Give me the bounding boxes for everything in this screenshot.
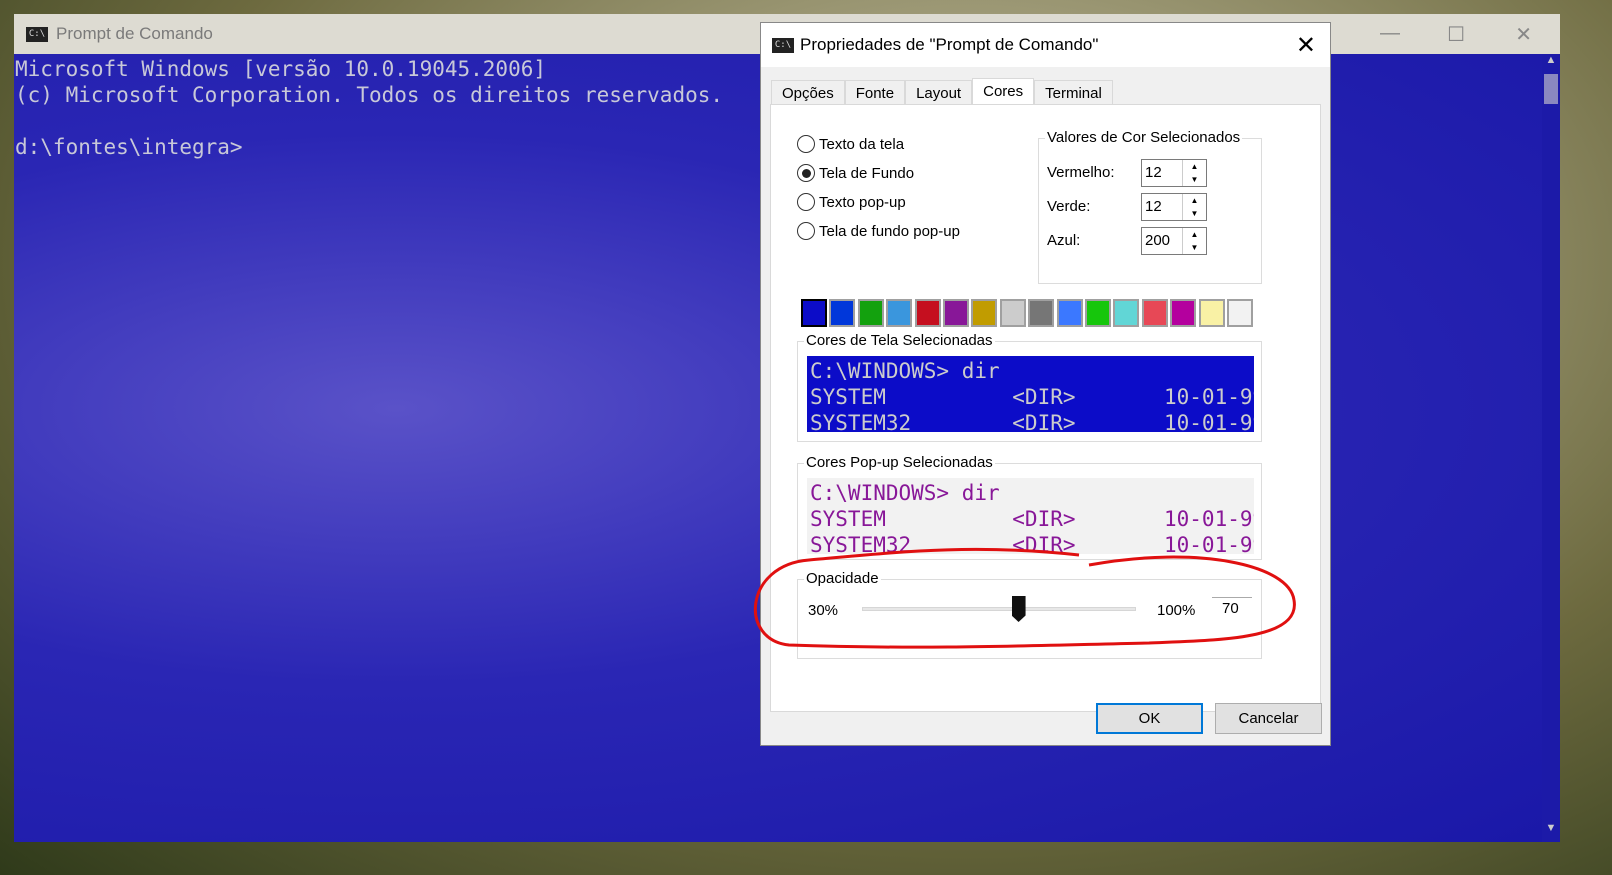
radio-label: Texto da tela — [819, 135, 905, 153]
group-label: Valores de Cor Selecionados — [1045, 129, 1243, 146]
screen-colors-group: Cores de Tela Selecionadas C:\WINDOWS> d… — [797, 332, 1262, 442]
color-swatch[interactable] — [828, 298, 857, 328]
color-swatch[interactable] — [1169, 298, 1198, 328]
spin-arrows-icon[interactable]: ▲ ▼ — [1182, 228, 1206, 254]
tab-cores[interactable]: Cores — [972, 78, 1035, 106]
green-label: Verde: — [1047, 198, 1091, 215]
console-title: Prompt de Comando — [56, 24, 213, 43]
color-swatch[interactable] — [1084, 298, 1112, 328]
color-swatch[interactable] — [1027, 298, 1056, 328]
red-annotation-circle — [753, 547, 1296, 649]
color-swatch[interactable] — [1226, 298, 1254, 328]
radio-texto-popup[interactable]: Texto pop-up — [797, 193, 906, 211]
group-label: Cores Pop-up Selecionadas — [804, 454, 995, 471]
scroll-thumb[interactable] — [1544, 74, 1558, 104]
popup-preview: C:\WINDOWS> dir SYSTEM <DIR> 10-01-99 SY… — [807, 478, 1254, 554]
cores-panel: Texto da tela Tela de Fundo Texto pop-up… — [753, 104, 1321, 712]
color-swatch[interactable] — [1197, 298, 1226, 328]
color-swatch[interactable] — [800, 298, 828, 328]
radio-fundo-popup[interactable]: Tela de fundo pop-up — [797, 222, 960, 240]
color-swatch[interactable] — [1055, 298, 1084, 328]
screen-preview: C:\WINDOWS> dir SYSTEM <DIR> 10-01-99 SY… — [807, 356, 1254, 432]
radio-label: Tela de fundo pop-up — [819, 222, 960, 240]
dialog-titlebar[interactable]: C:\ Propriedades de "Prompt de Comando" — [761, 23, 1330, 67]
dialog-close-icon[interactable]: ✕ — [1296, 31, 1316, 60]
blue-value: 200 — [1145, 232, 1171, 249]
color-swatch[interactable] — [1140, 298, 1169, 328]
color-swatch[interactable] — [913, 298, 942, 328]
red-label: Vermelho: — [1047, 164, 1115, 181]
radio-label: Texto pop-up — [819, 193, 906, 211]
cmd-icon: C:\ — [772, 37, 794, 53]
tab-layout[interactable]: Layout — [905, 80, 973, 105]
scroll-down-icon[interactable]: ▼ — [1542, 822, 1560, 842]
color-swatch[interactable] — [998, 298, 1027, 328]
radio-texto-tela[interactable]: Texto da tela — [797, 135, 904, 153]
green-value: 12 — [1145, 198, 1162, 215]
dialog-title: Propriedades de "Prompt de Comando" — [800, 35, 1099, 54]
blue-label: Azul: — [1047, 232, 1081, 249]
color-swatch[interactable] — [1112, 298, 1141, 328]
group-label: Cores de Tela Selecionadas — [804, 332, 995, 349]
red-input[interactable]: 12 ▲ ▼ — [1141, 159, 1207, 187]
spin-arrows-icon[interactable]: ▲ ▼ — [1182, 194, 1206, 220]
radio-label: Tela de Fundo — [819, 164, 915, 182]
minimize-button[interactable]: — — [1380, 22, 1400, 45]
cmd-icon: C:\ — [26, 26, 48, 42]
properties-dialog: C:\ Propriedades de "Prompt de Comando" ✕… — [753, 22, 1331, 746]
blue-input[interactable]: 200 ▲ ▼ — [1141, 227, 1207, 255]
tab-opcoes[interactable]: Opções — [771, 80, 845, 105]
color-values-group: Valores de Cor Selecionados Vermelho: 12… — [1038, 129, 1262, 284]
color-swatch[interactable] — [970, 298, 999, 328]
radio-tela-fundo[interactable]: Tela de Fundo — [797, 164, 914, 182]
color-swatch[interactable] — [942, 298, 970, 328]
color-swatch[interactable] — [885, 298, 914, 328]
color-swatch[interactable] — [856, 298, 885, 328]
red-value: 12 — [1145, 164, 1162, 181]
spin-arrows-icon[interactable]: ▲ ▼ — [1182, 160, 1206, 186]
scroll-up-icon[interactable]: ▲ — [1542, 54, 1560, 74]
cancel-button[interactable]: Cancelar — [1215, 703, 1322, 734]
green-input[interactable]: 12 ▲ ▼ — [1141, 193, 1207, 221]
console-scrollbar[interactable]: ▲ ▼ — [1542, 54, 1560, 842]
close-button[interactable]: ✕ — [1515, 22, 1532, 47]
tab-terminal[interactable]: Terminal — [1034, 80, 1113, 105]
ok-button[interactable]: OK — [1096, 703, 1203, 734]
maximize-button[interactable]: ☐ — [1447, 22, 1465, 47]
tab-fonte[interactable]: Fonte — [844, 80, 906, 105]
